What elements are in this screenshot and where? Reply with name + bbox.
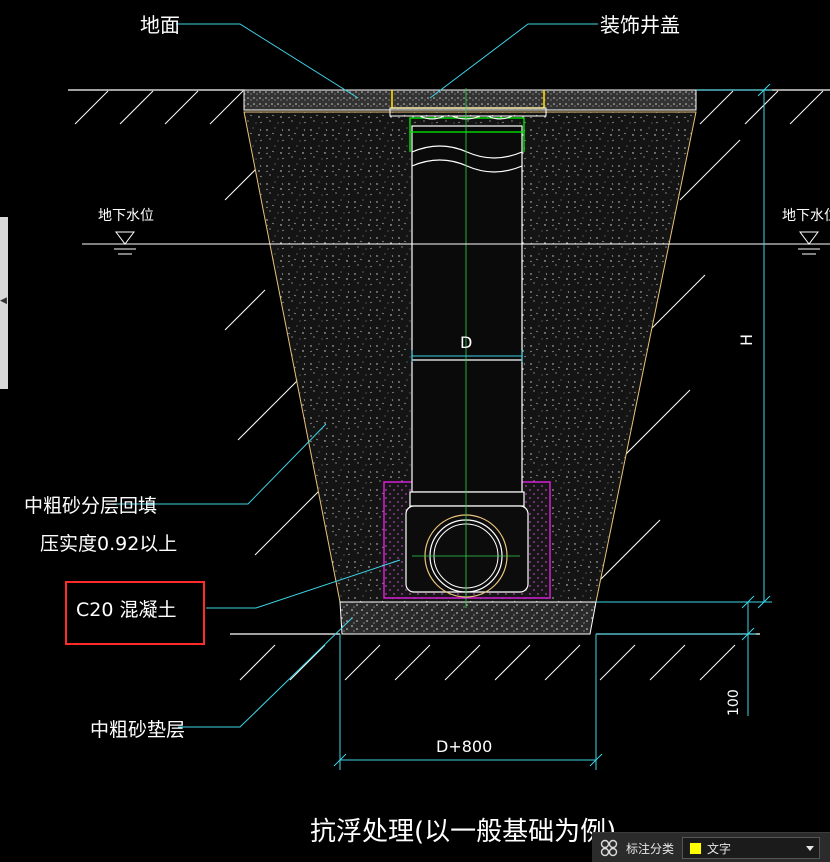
annotation-category-bar: 标注分类 文字	[592, 832, 830, 862]
drawing: 地面 装饰井盖 地下水位 地下水位 中粗砂分层回填 压实度0.92以上 C20 …	[24, 13, 830, 847]
label-cover: 装饰井盖	[600, 13, 680, 37]
label-ground: 地面	[140, 13, 180, 37]
label-cushion: 中粗砂垫层	[90, 719, 185, 741]
drawing-caption: 抗浮处理(以一般基础为例)	[310, 817, 616, 847]
annotation-category-select[interactable]: 文字	[682, 837, 821, 859]
grid-icon[interactable]	[598, 837, 620, 859]
label-backfill-line1: 中粗砂分层回填	[24, 495, 157, 517]
label-concrete: C20 混凝土	[76, 599, 176, 621]
annotation-category-label: 标注分类	[626, 841, 675, 856]
dim-label-base: D+800	[436, 737, 492, 756]
chevron-down-icon	[806, 845, 815, 851]
cad-canvas[interactable]: { "labels": { "ground": "地面", "cover": "…	[0, 0, 830, 862]
annotation-category-value: 文字	[707, 841, 732, 856]
label-groundwater-left: 地下水位	[98, 208, 154, 224]
dim-label-d: D	[460, 333, 472, 352]
label-groundwater-right: 地下水位	[782, 208, 830, 224]
label-backfill-line2: 压实度0.92以上	[40, 533, 177, 555]
dim-label-100: 100	[726, 689, 742, 716]
paving-layer	[243, 89, 697, 111]
sand-cushion	[339, 601, 597, 635]
dim-label-h: H	[737, 334, 756, 346]
color-swatch	[689, 841, 703, 855]
riser-pipe	[411, 125, 523, 493]
base-chamber	[405, 491, 529, 593]
